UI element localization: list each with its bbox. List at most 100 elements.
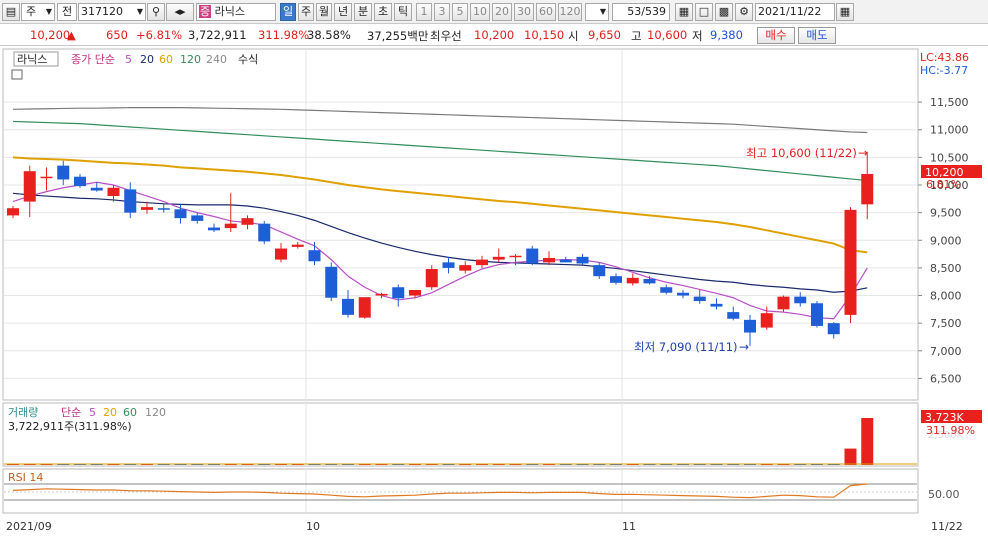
candle-body [744, 319, 756, 333]
prev-next-icon[interactable]: ◂▸ [166, 3, 194, 21]
save-icon[interactable]: ▩ [715, 3, 733, 21]
volume-label: 거래량 [8, 406, 38, 419]
candle-body [526, 248, 539, 264]
volume-axis-tick: 2,500K [928, 430, 964, 441]
candle-body [291, 244, 304, 247]
volume-ma60: 60 [123, 406, 137, 419]
candle-body [459, 265, 472, 271]
chart-area[interactable]: 11,500 11,000 10,500 10,000 9,500 9,000 8,500 8… [0, 47, 988, 538]
legend-ma20: 20 [140, 53, 154, 66]
sell-button[interactable]: 매도 [798, 27, 836, 44]
gear-icon[interactable]: ⚙ [735, 3, 753, 21]
volume-info: 3,722,911주(311.98%) [8, 420, 132, 433]
stock-name: 라닉스 [214, 5, 245, 18]
volume-ma-label: 단순 [61, 406, 81, 419]
search-icon[interactable]: ⚲ [147, 3, 165, 21]
interval-120[interactable]: 120 [558, 3, 582, 21]
candle-body [208, 227, 220, 231]
candle-body [593, 265, 606, 277]
zoom-icon[interactable]: □ [695, 3, 713, 21]
candle-body [509, 255, 522, 258]
buy-button[interactable]: 매수 [757, 27, 795, 44]
interval-10[interactable]: 10 [470, 3, 490, 21]
grid-icon[interactable]: ▦ [675, 3, 693, 21]
price-change-pct: +6.81% [136, 28, 183, 42]
price-change: 650 [106, 28, 128, 42]
volume-ma20: 20 [103, 406, 117, 419]
price-bar: 10,200 ▲ 650 +6.81% 3,722,911 311.98% 38… [0, 24, 988, 46]
legend-formula: 수식 [238, 53, 258, 66]
interval-20[interactable]: 20 [492, 3, 512, 21]
legend-ma60: 60 [159, 53, 173, 66]
candle-body [308, 250, 321, 262]
candle-body [174, 209, 187, 219]
hc-value: HC:-3.77 [920, 64, 968, 77]
volume-bar [861, 418, 874, 465]
high-price: 10,600 [647, 28, 688, 42]
candle-body [141, 207, 153, 210]
interval-60[interactable]: 60 [536, 3, 556, 21]
candlestick-chart[interactable]: 11,50011,00010,50010,0009,5009,0008,5008… [0, 47, 988, 538]
axis-tick-label: 9,000 [930, 234, 962, 247]
best-bid: 10,150 [524, 28, 565, 42]
period-tick[interactable]: 틱 [394, 3, 412, 21]
candle-body [576, 256, 589, 264]
period-minute[interactable]: 분 [354, 3, 372, 21]
mode-select[interactable]: 주 ▼ [21, 3, 55, 21]
interval-3[interactable]: 3 [434, 3, 450, 21]
low-annotation: 최저 7,090 (11/11) [634, 340, 738, 354]
axis-tick-label: 8,500 [930, 262, 962, 275]
legend-ma-label: 종가 단순 [71, 53, 115, 66]
low-label: 저 [692, 29, 703, 43]
period-week[interactable]: 주 [298, 3, 314, 21]
high-label: 고 [631, 29, 642, 43]
candle-body [392, 287, 405, 299]
candle-body [543, 257, 555, 263]
chart-type-icon[interactable]: ▤ [2, 3, 20, 21]
legend-toggle-icon[interactable] [11, 69, 23, 80]
current-price: 10,200 [30, 28, 71, 42]
candle-body [643, 278, 656, 284]
axis-tick-label: 7,000 [930, 345, 962, 358]
date-nov: 11 [622, 520, 636, 533]
page-counter: 53/539 [612, 3, 670, 21]
interval-30[interactable]: 30 [514, 3, 534, 21]
candle-body [559, 259, 572, 263]
candle-body [57, 165, 70, 180]
volume-value: 3,722,911 [188, 28, 247, 42]
legend-ma5: 5 [125, 53, 132, 66]
candle-body [325, 266, 338, 298]
volume-ma5: 5 [89, 406, 96, 419]
price-axis: 11,50011,00010,50010,0009,5009,0008,5008… [918, 96, 969, 385]
calendar-icon[interactable]: ▦ [836, 3, 854, 21]
candle-body [40, 176, 53, 179]
date-end: 11/22 [931, 520, 963, 533]
legend-ma120: 120 [180, 53, 201, 66]
period-month[interactable]: 월 [316, 3, 332, 21]
candle-body [358, 297, 371, 318]
axis-tick-label: 7,500 [930, 317, 962, 330]
rsi-axis-level: 50.00 [928, 488, 960, 501]
candle-body [258, 223, 271, 242]
legend-ma240: 240 [206, 53, 227, 66]
arrow-right-icon: → [739, 340, 749, 354]
interval-input[interactable]: ▼ [585, 3, 609, 21]
candle-body [660, 287, 673, 293]
mode-select-label: 주 [26, 5, 37, 18]
period-year[interactable]: 년 [334, 3, 352, 21]
stock-name-field[interactable]: 증 라닉스 [196, 3, 276, 21]
chevron-down-icon: ▼ [599, 7, 606, 16]
interval-1[interactable]: 1 [416, 3, 432, 21]
axis-tick-label: 10,500 [930, 151, 969, 164]
candle-body [442, 262, 455, 268]
date-field[interactable]: 2021/11/22 [755, 3, 835, 21]
all-select-label: 전 [61, 5, 73, 18]
code-input[interactable]: 317120 ▼ [78, 3, 146, 21]
stock-badge: 증 [199, 5, 212, 18]
interval-5[interactable]: 5 [452, 3, 468, 21]
chevron-down-icon: ▼ [136, 7, 143, 16]
period-second[interactable]: 초 [374, 3, 392, 21]
volume-tag-value: 3,723K [925, 411, 964, 424]
all-select[interactable]: 전 [57, 3, 77, 21]
period-day[interactable]: 일 [280, 3, 296, 21]
